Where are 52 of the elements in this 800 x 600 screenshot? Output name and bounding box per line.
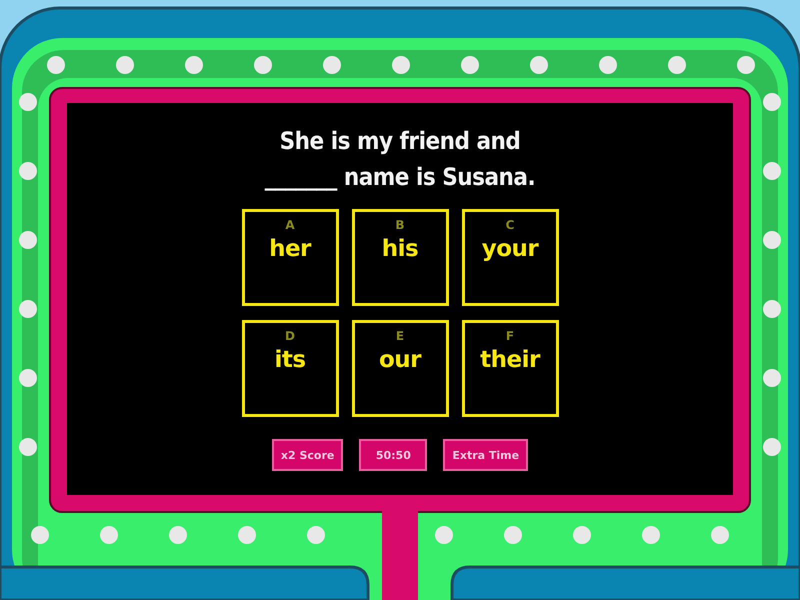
marquee-light <box>599 56 617 74</box>
marquee-light <box>185 56 203 74</box>
marquee-light <box>19 369 37 387</box>
marquee-light <box>19 162 37 180</box>
answer-card[interactable]: F their <box>462 320 558 417</box>
marquee-light <box>504 526 522 544</box>
marquee-light <box>19 300 37 318</box>
answer-word: her <box>269 236 311 262</box>
answer-letter: D <box>285 329 295 343</box>
marquee-light <box>642 526 660 544</box>
answer-card[interactable]: E our <box>352 320 448 417</box>
marquee-light <box>254 56 272 74</box>
marquee-light <box>737 56 755 74</box>
marquee-light <box>763 369 781 387</box>
answer-word: your <box>482 236 538 262</box>
answer-word: its <box>274 347 306 373</box>
marquee-light <box>392 56 410 74</box>
answer-letter: F <box>506 329 514 343</box>
marquee-light <box>435 526 453 544</box>
marquee-light <box>668 56 686 74</box>
answer-letter: B <box>395 218 405 232</box>
answer-word: his <box>382 236 418 262</box>
marquee-light <box>763 438 781 456</box>
question-text: She is my friend and _______ name is Susana. <box>264 126 536 193</box>
marquee-light <box>763 93 781 111</box>
marquee-light <box>763 300 781 318</box>
marquee-light <box>763 162 781 180</box>
answer-letter: A <box>285 218 295 232</box>
marquee-light <box>116 56 134 74</box>
marquee-light <box>47 56 65 74</box>
marquee-light <box>763 231 781 249</box>
marquee-light <box>31 526 49 544</box>
marquee-light <box>169 526 187 544</box>
marquee-light <box>573 526 591 544</box>
marquee-light <box>307 526 325 544</box>
answer-card[interactable]: B his <box>352 209 448 306</box>
marquee-light <box>100 526 118 544</box>
marquee-light <box>19 93 37 111</box>
answer-word: their <box>480 347 540 373</box>
marquee-light <box>323 56 341 74</box>
marquee-light <box>19 438 37 456</box>
answer-card[interactable]: C your <box>462 209 558 306</box>
marquee-light <box>711 526 729 544</box>
marquee-light <box>238 526 256 544</box>
marquee-light <box>19 231 37 249</box>
answer-letter: E <box>396 329 404 343</box>
answer-card[interactable]: D its <box>242 320 338 417</box>
answer-card[interactable]: A her <box>242 209 338 306</box>
answer-letter: C <box>506 218 514 232</box>
marquee-light <box>461 56 479 74</box>
answer-word: our <box>378 347 422 373</box>
marquee-light <box>530 56 548 74</box>
